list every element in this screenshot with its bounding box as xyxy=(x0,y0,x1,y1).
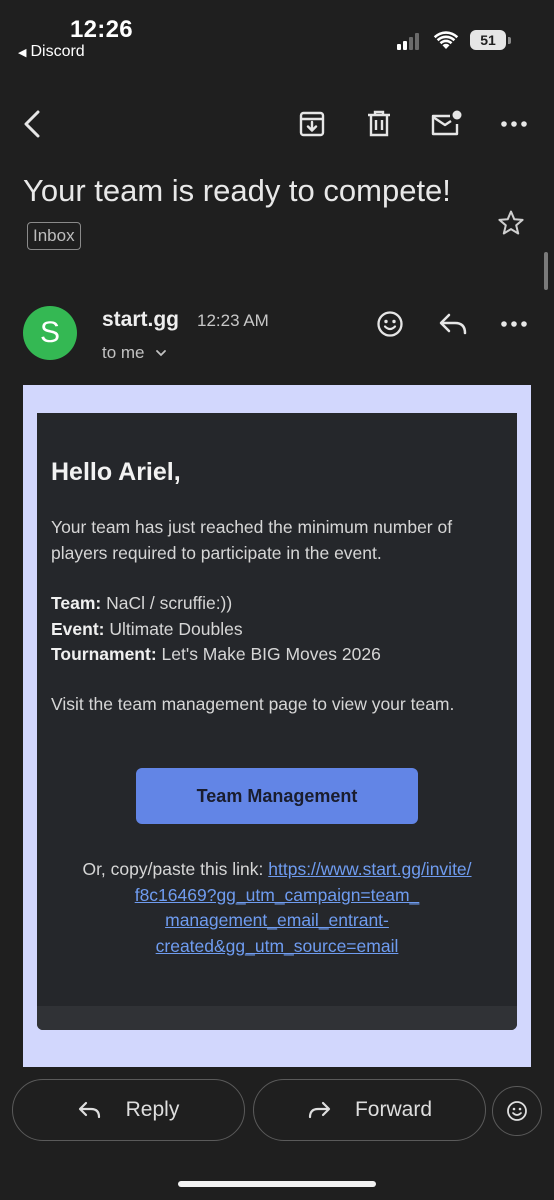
email-time: 12:23 AM xyxy=(197,311,269,330)
card-footer xyxy=(37,1006,517,1030)
visit-paragraph: Visit the team management page to view y… xyxy=(51,694,455,714)
home-indicator[interactable] xyxy=(178,1181,376,1187)
link-paragraph: Or, copy/paste this link: https://www.st… xyxy=(51,857,503,959)
team-management-button[interactable]: Team Management xyxy=(136,768,418,824)
recipient-details[interactable]: to me xyxy=(102,343,167,363)
forward-label: Forward xyxy=(354,1098,433,1121)
event-label: Event: xyxy=(51,618,105,639)
tournament-row: Tournament: Let's Make BIG Moves 2026 xyxy=(51,642,501,668)
sender-name[interactable]: start.gg xyxy=(102,308,179,332)
emoji-icon xyxy=(507,1101,527,1121)
back-app-label: Discord xyxy=(30,43,85,60)
reply-icon xyxy=(78,1101,100,1119)
recipient-label: to me xyxy=(102,343,145,362)
email-card: Hello Ariel, Your team has just reached … xyxy=(37,413,517,1030)
details-block: Team: NaCl / scruffie:)) Event: Ultimate… xyxy=(51,591,501,668)
reply-label: Reply xyxy=(125,1098,180,1121)
back-triangle-icon: ◀ xyxy=(18,46,27,59)
event-row: Event: Ultimate Doubles xyxy=(51,617,501,643)
intro-paragraph: Your team has just reached the minimum n… xyxy=(51,517,453,563)
status-bar: 12:26 ◀ Discord 51 xyxy=(0,0,554,68)
sender-more-icon[interactable] xyxy=(496,306,532,342)
back-to-app[interactable]: ◀ Discord xyxy=(18,43,85,61)
emoji-icon[interactable] xyxy=(372,306,408,342)
team-row: Team: NaCl / scruffie:)) xyxy=(51,591,501,617)
email-subject: Your team is ready to compete! Inbox xyxy=(23,168,463,260)
reply-icon[interactable] xyxy=(435,306,471,342)
back-arrow-icon[interactable] xyxy=(16,104,48,144)
delete-icon[interactable] xyxy=(361,106,397,142)
star-icon[interactable] xyxy=(496,208,526,238)
mark-unread-icon[interactable] xyxy=(428,106,464,142)
status-time: 12:26 xyxy=(70,16,133,43)
signal-icon xyxy=(397,32,419,50)
forward-icon xyxy=(308,1101,331,1119)
team-label: Team: xyxy=(51,593,102,613)
more-icon[interactable] xyxy=(496,106,532,142)
archive-icon[interactable] xyxy=(294,106,330,142)
chevron-down-icon xyxy=(155,350,166,357)
scrollbar[interactable] xyxy=(544,252,548,290)
link-prefix: Or, copy/paste this link: xyxy=(82,859,264,879)
emoji-react-button[interactable] xyxy=(492,1086,542,1136)
battery-icon: 51 xyxy=(470,30,506,50)
subject-text: Your team is ready to compete! xyxy=(23,173,451,208)
wifi-icon xyxy=(433,30,459,55)
sender-avatar[interactable]: S xyxy=(23,306,77,360)
forward-button[interactable]: Forward xyxy=(253,1079,486,1141)
tournament-label: Tournament: xyxy=(51,644,157,664)
tournament-value: Let's Make BIG Moves 2026 xyxy=(161,644,381,664)
email-toolbar xyxy=(0,96,554,152)
inbox-label-badge[interactable]: Inbox xyxy=(27,221,81,250)
greeting: Hello Ariel, xyxy=(51,458,181,486)
event-value: Ultimate Doubles xyxy=(109,618,243,639)
battery-tip xyxy=(508,37,511,44)
reply-button[interactable]: Reply xyxy=(12,1079,245,1141)
team-value: NaCl / scruffie:)) xyxy=(106,593,233,613)
email-body-frame: Hello Ariel, Your team has just reached … xyxy=(23,385,531,1067)
